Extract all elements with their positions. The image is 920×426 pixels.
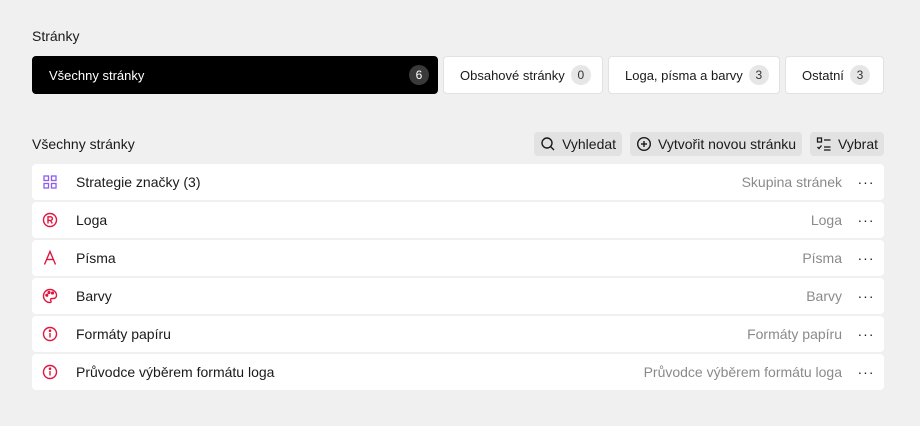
page-name: Strategie značky (3) <box>76 174 201 190</box>
filter-label: Všechny stránky <box>49 67 145 83</box>
more-options-icon[interactable]: ··· <box>856 286 876 306</box>
pages-list: Strategie značky (3) Skupina stránek ···… <box>32 164 884 390</box>
page-type: Loga <box>810 212 842 228</box>
page-name: Loga <box>76 212 108 228</box>
filter-all-pages[interactable]: Všechny stránky 6 <box>32 56 438 94</box>
list-title: Všechny stránky <box>32 136 135 152</box>
list-item[interactable]: Průvodce výběrem formátu loga Průvodce v… <box>32 354 884 390</box>
list-item[interactable]: Formáty papíru Formáty papíru ··· <box>32 316 884 352</box>
filter-count-badge: 3 <box>849 65 870 85</box>
filter-tabs: Všechny stránky 6 Obsahové stránky 0 Log… <box>32 56 884 94</box>
page-name: Písma <box>76 250 116 266</box>
page-type: Skupina stránek <box>741 174 842 190</box>
page-name: Formáty papíru <box>76 326 171 342</box>
filter-content-pages[interactable]: Obsahové stránky 0 <box>443 56 603 94</box>
search-label: Vyhledat <box>562 136 617 152</box>
filter-label: Ostatní <box>802 67 844 83</box>
palette-icon <box>42 288 58 304</box>
select-label: Vybrat <box>838 136 878 152</box>
more-options-icon[interactable]: ··· <box>856 172 876 192</box>
filter-label: Loga, písma a barvy <box>625 67 743 83</box>
filter-count-badge: 6 <box>409 65 429 85</box>
font-icon <box>42 250 58 266</box>
more-options-icon[interactable]: ··· <box>856 210 876 230</box>
list-item[interactable]: Loga Loga ··· <box>32 202 884 238</box>
create-page-label: Vytvořit novou stránku <box>658 136 797 152</box>
info-icon <box>42 326 58 342</box>
list-item[interactable]: Písma Písma ··· <box>32 240 884 276</box>
info-icon <box>42 364 58 380</box>
select-button[interactable]: Vybrat <box>810 132 884 156</box>
page-type: Barvy <box>806 288 842 304</box>
filter-other[interactable]: Ostatní 3 <box>785 56 884 94</box>
list-item[interactable]: Barvy Barvy ··· <box>32 278 884 314</box>
registered-icon <box>42 212 58 228</box>
filter-count-badge: 0 <box>570 65 591 85</box>
filter-count-badge: 3 <box>748 65 769 85</box>
list-actions: Vyhledat Vytvořit novou stránku Vybrat <box>534 132 884 156</box>
more-options-icon[interactable]: ··· <box>856 324 876 344</box>
more-options-icon[interactable]: ··· <box>856 362 876 382</box>
page-name: Barvy <box>76 288 112 304</box>
create-page-button[interactable]: Vytvořit novou stránku <box>630 132 803 156</box>
filter-label: Obsahové stránky <box>460 67 565 83</box>
search-icon <box>541 137 555 151</box>
more-options-icon[interactable]: ··· <box>856 248 876 268</box>
filter-logos-fonts-colors[interactable]: Loga, písma a barvy 3 <box>608 56 780 94</box>
plus-circle-icon <box>637 136 652 152</box>
search-button[interactable]: Vyhledat <box>534 132 623 156</box>
list-item[interactable]: Strategie značky (3) Skupina stránek ··· <box>32 164 884 200</box>
page-name: Průvodce výběrem formátu loga <box>76 364 275 380</box>
section-title: Stránky <box>32 28 80 44</box>
checklist-icon <box>816 137 831 151</box>
grid-icon <box>42 174 58 190</box>
page-type: Formáty papíru <box>747 326 842 342</box>
page-type: Písma <box>802 250 842 266</box>
page-type: Průvodce výběrem formátu loga <box>643 364 842 380</box>
list-header: Všechny stránky Vyhledat Vytvořit novou … <box>32 132 884 156</box>
